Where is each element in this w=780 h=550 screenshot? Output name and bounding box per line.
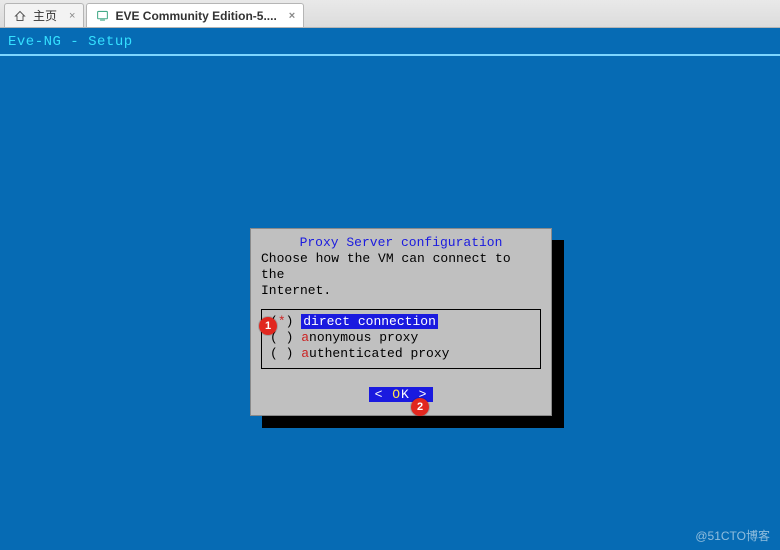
- option-anonymous-proxy[interactable]: ( ) anonymous proxy: [270, 330, 532, 346]
- annotation-badge-1: 1: [259, 317, 277, 335]
- tab-eve[interactable]: EVE Community Edition-5.... ×: [86, 3, 304, 27]
- dialog-prompt-line1: Choose how the VM can connect to the: [261, 251, 541, 283]
- vm-console-icon: [95, 9, 109, 23]
- tab-home[interactable]: 主页 ×: [4, 3, 84, 27]
- terminal-title: Eve-NG - Setup: [8, 34, 133, 50]
- browser-tab-bar: 主页 × EVE Community Edition-5.... ×: [0, 0, 780, 28]
- watermark: @51CTO博客: [695, 527, 770, 544]
- options-frame: (*) direct connection ( ) anonymous prox…: [261, 309, 541, 369]
- tab-home-label: 主页: [33, 7, 57, 24]
- terminal-area[interactable]: Eve-NG - Setup Proxy Server configuratio…: [0, 28, 780, 550]
- option-direct-connection[interactable]: (*) direct connection: [270, 314, 532, 330]
- home-icon: [13, 9, 27, 23]
- proxy-config-dialog: Proxy Server configuration Choose how th…: [250, 228, 552, 416]
- dialog-prompt-line2: Internet.: [261, 283, 541, 299]
- close-icon[interactable]: ×: [289, 10, 295, 22]
- terminal-divider: [0, 54, 780, 56]
- tab-eve-label: EVE Community Edition-5....: [115, 9, 276, 23]
- option-authenticated-proxy[interactable]: ( ) authenticated proxy: [270, 346, 532, 362]
- dialog-title: Proxy Server configuration: [261, 235, 541, 251]
- close-icon[interactable]: ×: [69, 10, 75, 22]
- annotation-badge-2: 2: [411, 398, 429, 416]
